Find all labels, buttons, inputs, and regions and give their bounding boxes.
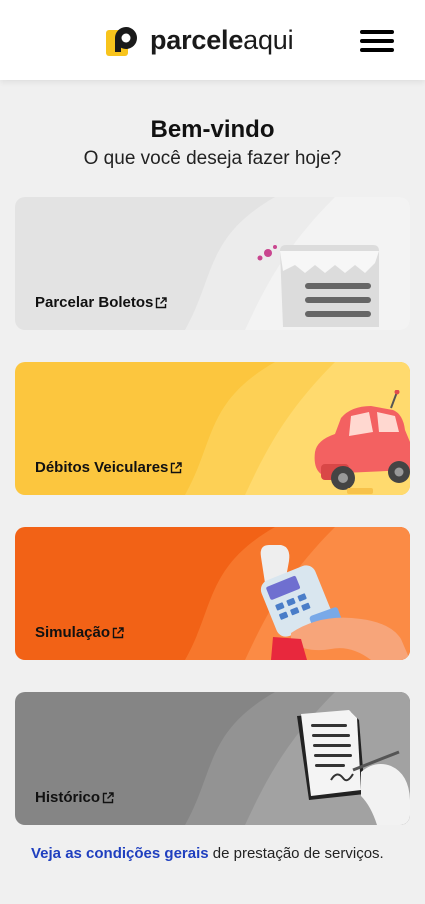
- card-label-debitos-veiculares: Débitos Veiculares: [35, 459, 169, 476]
- welcome-title: Bem-vindo: [150, 116, 275, 143]
- logo[interactable]: parceleaqui: [106, 22, 294, 58]
- external-link-icon: [102, 791, 114, 803]
- card-label-parcelar-boletos: Parcelar Boletos: [35, 294, 154, 311]
- terms-link[interactable]: Veja as condições gerais: [31, 845, 209, 862]
- terms-notice: Veja as condições gerais de prestação de…: [31, 842, 391, 865]
- card-machine-icon: [260, 545, 410, 660]
- receipt-icon: [257, 245, 379, 327]
- card-parcelar-boletos[interactable]: Parcelar Boletos: [15, 197, 410, 330]
- external-link-icon: [171, 461, 183, 473]
- logo-text-parcele: parcele: [150, 24, 244, 55]
- card-debitos-veiculares[interactable]: Débitos Veiculares: [15, 362, 410, 495]
- terms-rest-text: de prestação de serviços.: [208, 845, 384, 862]
- logo-text-aqui: aqui: [243, 24, 294, 55]
- hamburger-menu-icon[interactable]: [358, 28, 398, 54]
- card-label-historico: Histórico: [35, 789, 101, 806]
- header-bar: parceleaqui: [0, 0, 425, 80]
- card-historico[interactable]: Histórico: [15, 692, 410, 825]
- card-label-simulacao: Simulação: [35, 624, 111, 641]
- car-icon: [314, 390, 410, 494]
- document-sign-icon: [297, 710, 410, 825]
- external-link-icon: [112, 626, 124, 638]
- external-link-icon: [156, 296, 168, 308]
- logo-mark-icon: [106, 22, 144, 58]
- card-simulacao[interactable]: Simulação: [15, 527, 410, 660]
- welcome-subtitle: O que você deseja fazer hoje?: [83, 148, 342, 169]
